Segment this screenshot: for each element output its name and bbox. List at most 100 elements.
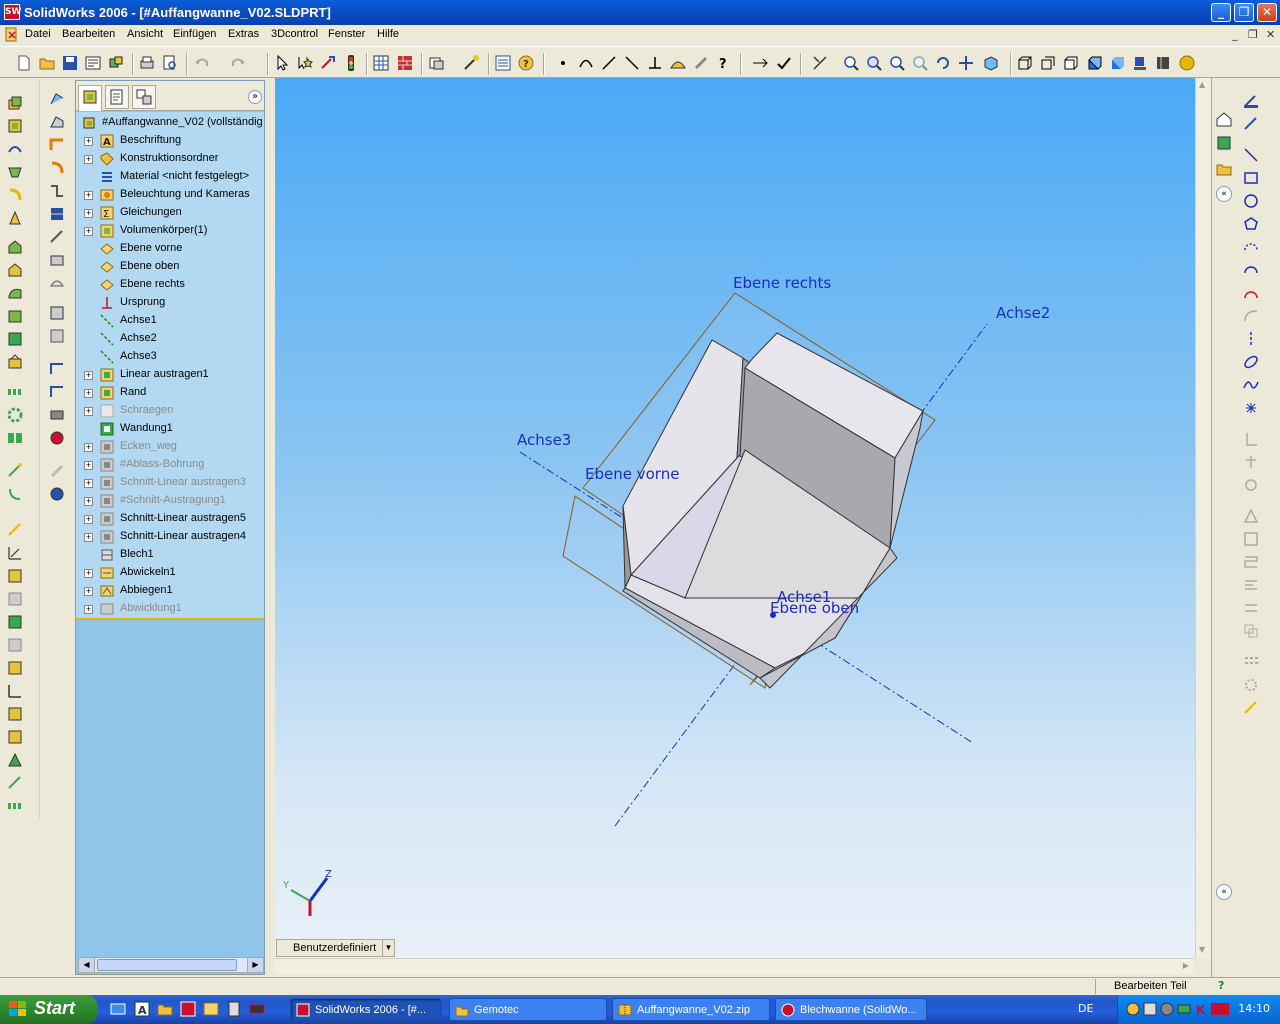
loft-icon[interactable]	[6, 163, 24, 181]
plane-top-label[interactable]: Ebene oben	[770, 599, 859, 617]
tree-item[interactable]: + Linear austragen1	[76, 366, 264, 384]
collapse-task-pane-icon[interactable]: «	[1216, 884, 1232, 900]
three-point-arc-icon[interactable]	[1242, 284, 1260, 302]
expand-icon[interactable]: +	[84, 479, 93, 488]
tree-item[interactable]: + Schnitt-Linear austragen3	[76, 474, 264, 492]
shaded-icon[interactable]	[1109, 54, 1127, 72]
language-indicator[interactable]: DE	[1078, 1002, 1093, 1015]
sketch-line-icon[interactable]	[1242, 146, 1260, 164]
scroll-up-icon[interactable]: ▲	[1199, 80, 1205, 89]
expand-icon[interactable]: +	[84, 569, 93, 578]
expand-icon[interactable]: +	[84, 137, 93, 146]
grid-icon[interactable]	[372, 54, 390, 72]
ellipse-icon[interactable]	[1242, 353, 1260, 371]
smart-dimension-icon[interactable]	[6, 544, 24, 562]
configuration-manager-tab[interactable]	[132, 85, 156, 109]
view-toggle-icon[interactable]	[811, 54, 829, 72]
tree-item[interactable]: Ebene vorne	[76, 240, 264, 258]
insert-bends-icon[interactable]	[48, 360, 66, 378]
add-relation-icon[interactable]	[1242, 507, 1260, 525]
linear-sketch-pattern-icon[interactable]	[1242, 653, 1260, 671]
quicklaunch-app-icon[interactable]	[249, 1001, 265, 1017]
design-library-icon[interactable]	[1215, 134, 1233, 152]
property-manager-tab[interactable]	[105, 85, 129, 109]
file-explorer-icon[interactable]	[1215, 160, 1233, 178]
rib-icon[interactable]	[6, 261, 24, 279]
tree-item[interactable]: + Abwicklung1	[76, 600, 264, 618]
tree-item[interactable]: + Ecken_weg	[76, 438, 264, 456]
tree-item[interactable]: Achse2	[76, 330, 264, 348]
menu-hilfe[interactable]: Hilfe	[377, 28, 399, 40]
zoom-area-icon[interactable]	[865, 54, 883, 72]
offset-icon[interactable]	[6, 590, 24, 608]
tree-item[interactable]: + #Schnitt-Austragung1	[76, 492, 264, 510]
base-flange-icon[interactable]	[48, 90, 66, 108]
tree-item[interactable]: Ebene rechts	[76, 276, 264, 294]
rectangle-icon[interactable]	[1242, 169, 1260, 187]
linear-pattern-icon[interactable]	[6, 383, 24, 401]
hole-icon[interactable]	[6, 330, 24, 348]
menu-bearbeiten[interactable]: Bearbeiten	[62, 28, 115, 40]
expand-icon[interactable]: +	[84, 371, 93, 380]
sketch-pattern-icon[interactable]	[6, 797, 24, 815]
menu-ansicht[interactable]: Ansicht	[127, 28, 163, 40]
menu-fenster[interactable]: Fenster	[328, 28, 365, 40]
expand-icon[interactable]: +	[84, 389, 93, 398]
task-zip[interactable]: Auffangwanne_V02.zip	[612, 998, 770, 1021]
model-view[interactable]: Y Z	[275, 78, 1195, 958]
rollback-bar[interactable]	[76, 618, 264, 620]
extend-entities-icon[interactable]	[1242, 576, 1260, 594]
extrude-boss-icon[interactable]	[6, 94, 24, 112]
draft-icon[interactable]	[6, 307, 24, 325]
tray-network-status-icon[interactable]	[1177, 1002, 1191, 1016]
shell-icon[interactable]	[6, 284, 24, 302]
sketch-3d-icon[interactable]	[1242, 699, 1260, 717]
axis3-label[interactable]: Achse3	[517, 431, 571, 449]
plane-right-label[interactable]: Ebene rechts	[733, 274, 831, 292]
graphics-viewport[interactable]: Y Z Ebene rechts Achse2 Achse3 Ebene vor…	[275, 78, 1195, 958]
document-icon[interactable]	[3, 26, 21, 44]
repair-icon[interactable]	[6, 728, 24, 746]
hem-icon[interactable]	[48, 159, 66, 177]
smart-dimension-icon[interactable]	[1242, 115, 1260, 133]
task-solidworks[interactable]: SolidWorks 2006 - [#...	[290, 998, 442, 1021]
tree-item[interactable]: + A Beschriftung	[76, 132, 264, 150]
help-icon[interactable]: ?	[517, 54, 535, 72]
expand-icon[interactable]: +	[84, 407, 93, 416]
point-icon[interactable]	[554, 54, 572, 72]
make-drawing-icon[interactable]	[84, 54, 102, 72]
sketch-fillet-icon[interactable]	[1242, 307, 1260, 325]
open-folder-icon[interactable]	[38, 54, 56, 72]
menu-extras[interactable]: Extras	[228, 28, 259, 40]
tree-item[interactable]: #Auffangwanne_V02 (vollständig	[76, 114, 264, 132]
undo-icon[interactable]	[193, 54, 211, 72]
tree-horizontal-scrollbar[interactable]: ◀ ▶	[78, 957, 264, 973]
menu-datei[interactable]: Datei	[25, 28, 51, 40]
plane-front-label[interactable]: Ebene vorne	[585, 465, 679, 483]
mirror-entities-icon[interactable]	[1242, 453, 1260, 471]
scroll-thumb[interactable]	[97, 959, 237, 971]
quicklaunch-solidworks-icon[interactable]	[180, 1001, 196, 1017]
tool-icon[interactable]	[692, 54, 710, 72]
scroll-right-icon[interactable]: ▶	[1183, 961, 1189, 970]
sketched-bend-icon[interactable]	[48, 205, 66, 223]
start-button[interactable]: Start	[0, 995, 98, 1024]
expand-icon[interactable]: +	[84, 515, 93, 524]
view-orientation-select[interactable]: Benutzerdefiniert ▼	[276, 939, 395, 957]
quicklaunch-outlook-icon[interactable]	[203, 1001, 219, 1017]
edge-flange-icon[interactable]	[48, 113, 66, 131]
shaded-with-edges-icon[interactable]	[1086, 54, 1104, 72]
expand-icon[interactable]: +	[84, 227, 93, 236]
chevron-down-icon[interactable]: ▼	[382, 940, 394, 956]
circle-icon[interactable]	[1242, 192, 1260, 210]
rebuild-icon[interactable]	[319, 54, 337, 72]
trim-icon[interactable]	[6, 636, 24, 654]
relations-icon[interactable]	[6, 705, 24, 723]
reference-geometry-icon[interactable]	[6, 462, 24, 480]
miter-flange-icon[interactable]	[48, 136, 66, 154]
tray-ati-icon[interactable]	[1211, 1002, 1229, 1016]
measure-icon[interactable]	[462, 54, 480, 72]
mirror-icon[interactable]	[6, 429, 24, 447]
sketch-reference-icon[interactable]	[6, 774, 24, 792]
close-button[interactable]: ✕	[1257, 3, 1277, 22]
